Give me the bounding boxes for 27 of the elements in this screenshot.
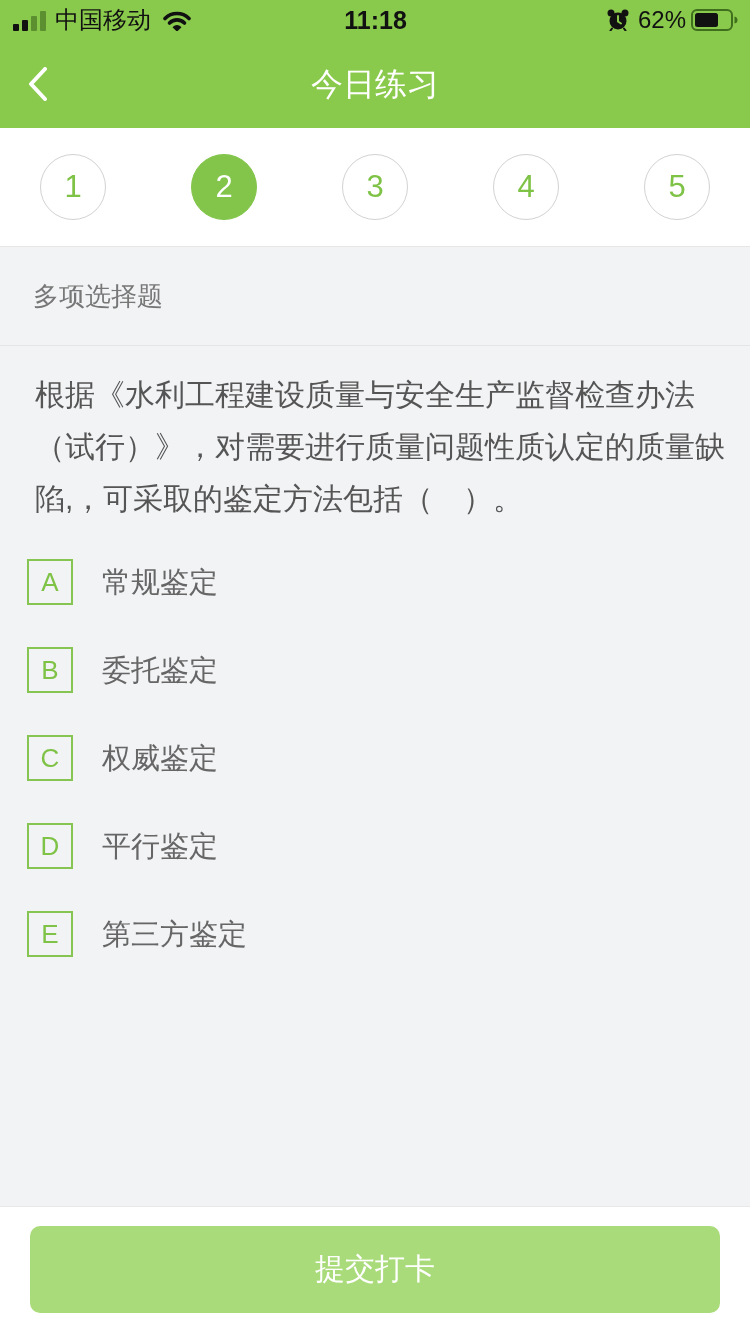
option-text[interactable]: 权威鉴定 [102, 740, 218, 776]
carrier-label: 中国移动 [55, 5, 151, 35]
question-number-tab[interactable]: 1 [40, 154, 106, 220]
question-number-tab[interactable]: 3 [342, 154, 408, 220]
question-type-label: 多项选择题 [33, 280, 163, 312]
question-text: 根据《水利工程建设质量与安全生产监督检查办法（试行）》，对需要进行质量问题性质认定的质量缺陷,，可采取的鉴定方法包括（ ）。 [34, 377, 726, 517]
battery-icon [691, 9, 738, 31]
question-number-tab[interactable]: 2 [191, 154, 257, 220]
option-checkbox[interactable]: B [27, 647, 73, 693]
signal-icon [13, 11, 47, 31]
option-checkbox[interactable]: C [27, 735, 73, 781]
back-button[interactable] [26, 65, 50, 103]
wifi-icon [163, 10, 191, 31]
option-checkbox[interactable]: A [27, 559, 73, 605]
question-number-tab[interactable]: 5 [644, 154, 710, 220]
chevron-left-icon [28, 67, 48, 101]
option-text[interactable]: 委托鉴定 [102, 652, 218, 688]
alarm-clock-icon [606, 9, 629, 31]
option-text[interactable]: 平行鉴定 [102, 828, 218, 864]
time-label: 11:18 [344, 5, 407, 35]
option-text[interactable]: 常规鉴定 [102, 564, 218, 600]
option-checkbox[interactable]: D [27, 823, 73, 869]
page-title: 今日练习 [311, 65, 439, 104]
question-number-tab[interactable]: 4 [493, 154, 559, 220]
option-checkbox[interactable]: E [27, 911, 73, 957]
battery-percent: 62% [637, 5, 686, 35]
option-text[interactable]: 第三方鉴定 [102, 916, 247, 952]
